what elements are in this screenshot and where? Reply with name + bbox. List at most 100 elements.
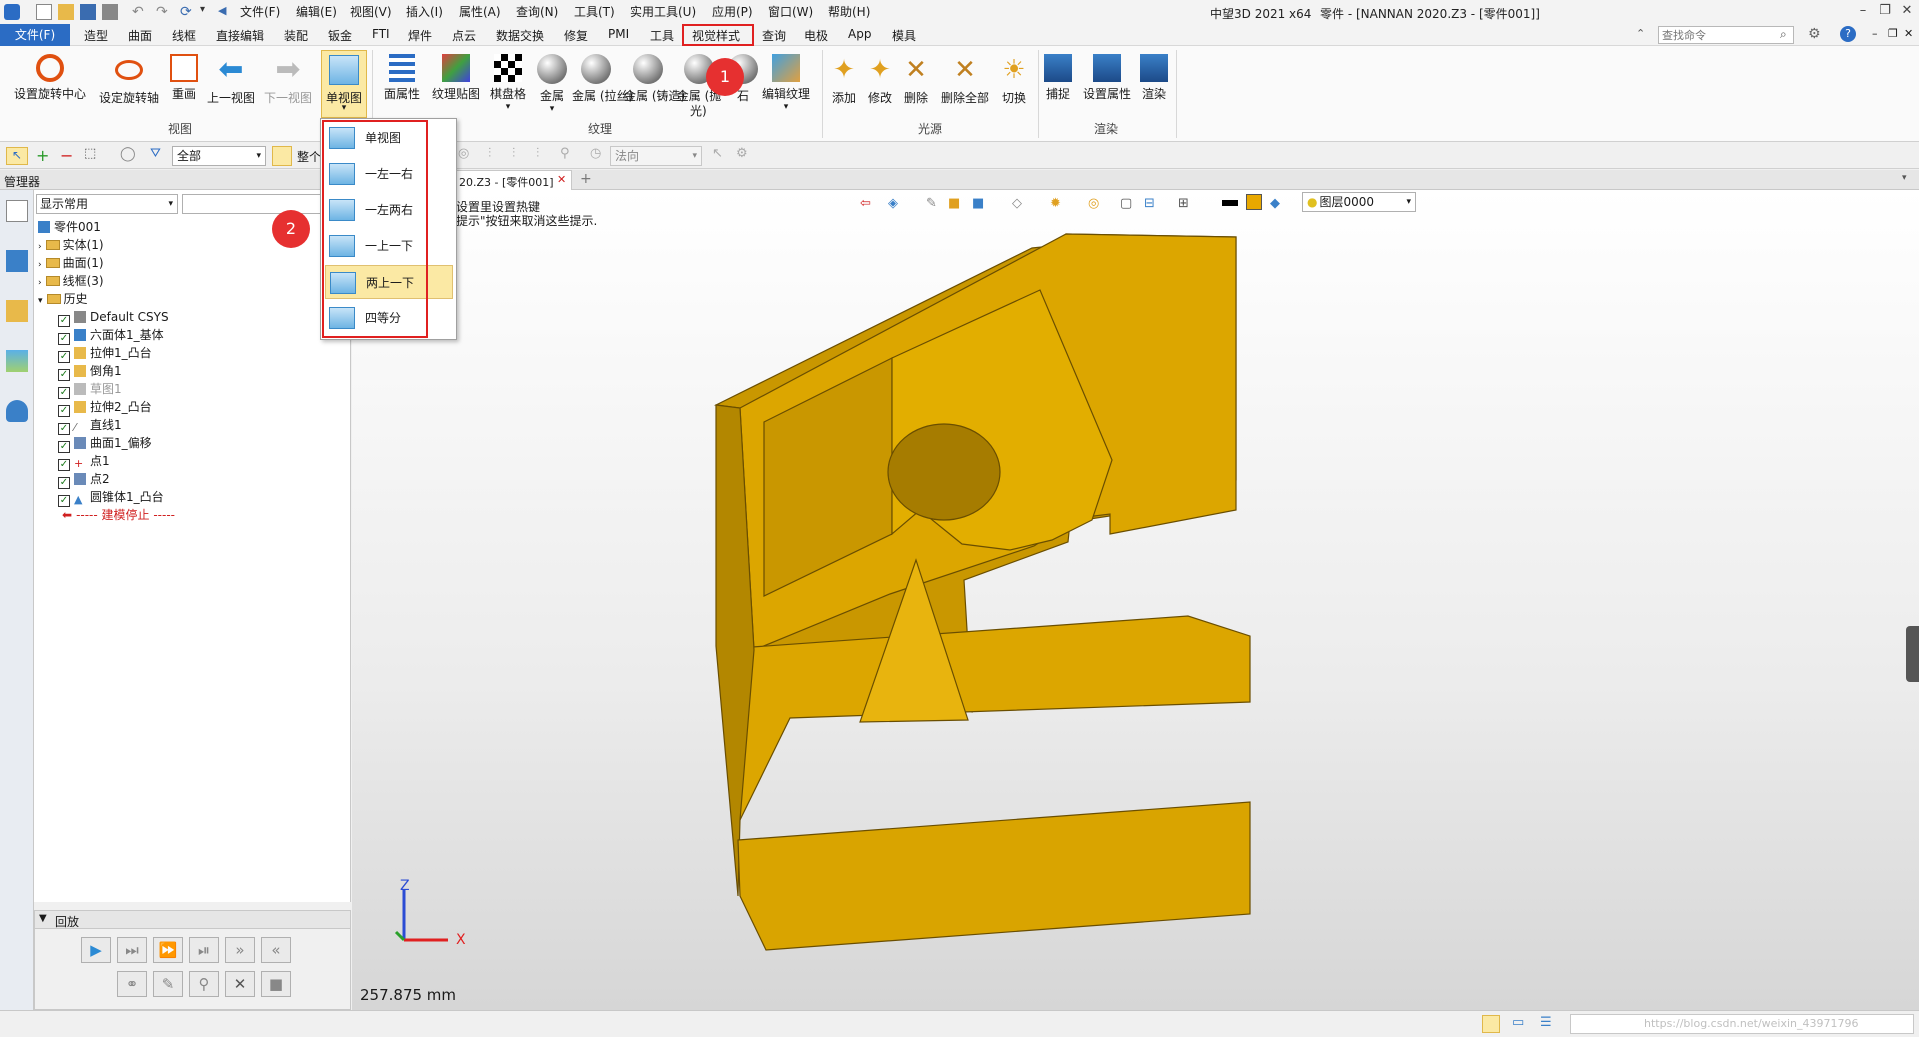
tree-folder-surfaces[interactable]: › 曲面(1) [38,254,104,272]
scope-icon[interactable] [272,146,292,166]
single-view-button[interactable]: 单视图 ▾ [321,50,367,118]
step-forward-icon[interactable]: ⏩ [153,937,183,963]
tab-sheet-metal[interactable]: 钣金 [328,27,352,44]
render-button[interactable]: 渲染 [1138,54,1170,102]
menu-help[interactable]: 帮助(H) [828,3,870,20]
align-right-icon[interactable]: ⫶ [536,146,539,161]
gear-icon[interactable]: ⚙ [1808,26,1821,42]
file-tab[interactable]: 文件(F) [0,24,70,46]
add-light-button[interactable]: ✦ 添加 [828,54,860,106]
back-arrow-icon[interactable]: ◀ [218,4,234,20]
menu-edit[interactable]: 编辑(E) [296,3,337,20]
step-both-icon[interactable]: ⏯ [189,937,219,963]
direction-select[interactable]: 法向 ▾ [610,146,702,166]
tree-view-icon[interactable] [6,200,28,222]
stop-icon[interactable]: ■ [261,971,291,997]
delete-light-button[interactable]: ✕ 删除 [900,54,932,106]
clock-icon[interactable]: ◷ [590,146,601,161]
history-item[interactable]: ✓ Default CSYS [58,308,169,327]
menu-file[interactable]: 文件(F) [240,3,280,20]
undo-icon[interactable]: ↶ [132,4,148,20]
menu-tools[interactable]: 工具(T) [574,3,615,20]
menu-attribute[interactable]: 属性(A) [459,3,501,20]
landscape-icon[interactable] [6,350,28,372]
delete-all-lights-button[interactable]: ✕ 删除全部 [938,54,992,106]
menu-view[interactable]: 视图(V) [350,3,392,20]
tab-weldment[interactable]: 焊件 [408,27,432,44]
tab-assembly[interactable]: 装配 [284,27,308,44]
fast-forward-icon[interactable]: » [225,937,255,963]
texture-map-button[interactable]: 纹理贴图 [430,54,482,102]
filter-select[interactable]: 全部 ▾ [172,146,266,166]
remove-icon[interactable]: − [60,146,73,165]
history-item[interactable]: ✓ 草图1 [58,380,122,399]
tab-list-icon[interactable]: ▾ [1902,173,1907,183]
snap-icon[interactable]: ◎ [458,146,469,161]
next-view-button[interactable]: ➡ 下一视图 [262,54,314,106]
add-icon[interactable]: + [36,146,49,165]
filter-icon[interactable]: ⛛ [150,146,161,161]
print-icon[interactable] [102,4,118,20]
close-doc-icon[interactable]: ✕ [1904,27,1913,40]
minimize-icon[interactable]: – [1855,3,1871,19]
redo-icon[interactable]: ↷ [156,4,172,20]
play-icon[interactable]: ▶ [81,937,111,963]
open-folder-icon[interactable] [58,4,74,20]
history-item[interactable]: ✓ 拉伸2_凸台 [58,398,152,417]
face-attribute-button[interactable]: 面属性 [380,54,424,102]
menu-insert[interactable]: 插入(I) [406,3,443,20]
save-icon[interactable] [80,4,96,20]
part-icon[interactable] [6,300,28,322]
set-rotation-center-button[interactable]: 设置旋转中心 [12,54,88,102]
history-item[interactable]: ✓ 倒角1 [58,362,122,381]
playback-header[interactable]: ▼ 回放 [35,911,350,929]
menu-window[interactable]: 窗口(W) [768,3,813,20]
command-search-input[interactable] [1658,26,1794,44]
tree-folder-wireframe[interactable]: › 线框(3) [38,272,104,290]
gear-small-icon[interactable]: ⚙ [736,146,748,161]
close-icon[interactable]: ✕ [1899,3,1915,19]
tab-modeling[interactable]: 造型 [84,27,108,44]
tab-tools[interactable]: 工具 [650,27,674,44]
box-select-icon[interactable]: ⬚ [84,146,96,161]
tab-point-cloud[interactable]: 点云 [452,27,476,44]
pin-icon[interactable]: ⚲ [560,146,570,161]
cursor-icon[interactable]: ↖ [712,146,723,161]
history-item[interactable]: ✓ ▲ 圆锥体1_凸台 [58,488,164,507]
monitor-icon[interactable]: ▭ [1512,1015,1524,1030]
step-end-icon[interactable]: ⏭ [117,937,147,963]
assembly-icon[interactable] [6,250,28,272]
history-item[interactable]: ✓ ⁄ 直线1 [58,416,122,435]
menu-utilities[interactable]: 实用工具(U) [630,3,696,20]
side-handle[interactable] [1906,626,1919,682]
redraw-button[interactable]: 重画 [166,54,202,102]
help-icon[interactable]: ? [1840,26,1856,42]
tab-electrode[interactable]: 电极 [804,27,828,44]
customize-arrow-icon[interactable]: ▾ [200,4,216,20]
pencil-icon[interactable]: ✎ [153,971,183,997]
close-playback-icon[interactable]: ✕ [225,971,255,997]
tab-repair[interactable]: 修复 [564,27,588,44]
user-icon[interactable] [6,400,28,422]
new-file-icon[interactable] [36,4,52,20]
tree-folder-history[interactable]: ▾ 历史 [38,290,88,308]
tab-query[interactable]: 查询 [762,27,786,44]
manager-filter-select[interactable]: 显示常用 ▾ [36,194,178,214]
collapse-ribbon-icon[interactable]: ⌃ [1636,27,1645,40]
menu-apps[interactable]: 应用(P) [712,3,753,20]
history-item[interactable]: ✓ 六面体1_基体 [58,326,164,345]
capture-button[interactable]: 捕捉 [1042,54,1074,102]
tab-mold[interactable]: 模具 [892,27,916,44]
edit-texture-button[interactable]: 编辑纹理 ▾ [760,54,812,112]
history-item[interactable]: ✓ + 点1 [58,452,110,471]
new-tab-icon[interactable]: + [580,171,592,187]
rewind-icon[interactable]: « [261,937,291,963]
document-tab[interactable]: 20.Z3 - [零件001] ✕ [452,170,572,190]
modeling-stop-marker[interactable]: ⬅ ----- 建模停止 ----- [62,506,175,524]
link-icon[interactable]: ⚭ [117,971,147,997]
run-icon[interactable]: ⚲ [189,971,219,997]
modify-light-button[interactable]: ✦ 修改 [864,54,896,106]
list-icon[interactable]: ☰ [1540,1015,1552,1030]
metal-cast-button[interactable]: 金属 (铸造) [624,54,685,104]
history-item[interactable]: ✓ 曲面1_偏移 [58,434,152,453]
